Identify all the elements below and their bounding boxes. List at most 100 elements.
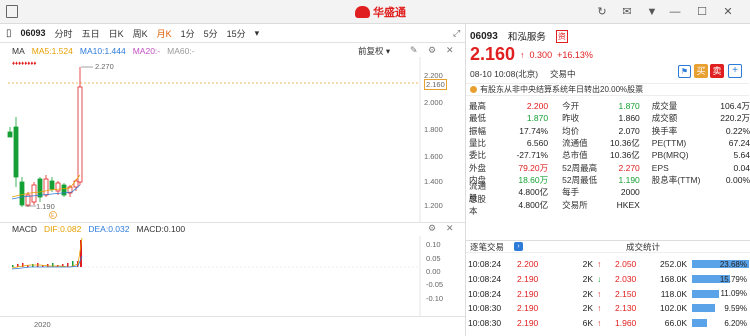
tab-period-1[interactable]: 五日 [82, 27, 100, 40]
quote-label: 52周最高 [562, 162, 598, 173]
trade-row: 10:08:24 2.190 2K ↓ 2.030 168.0K 15.79% [465, 272, 750, 287]
toggle-icon[interactable]: ▯ [6, 28, 12, 39]
maximize-chart-icon[interactable]: ⤢ [453, 28, 460, 39]
tab-period-3[interactable]: 周K [133, 27, 148, 40]
candle-body [61, 184, 67, 196]
notice-bar[interactable]: 有股东从非中央结算系统年日转出20.00%股票 [466, 83, 749, 96]
settings-icon[interactable]: ⚙ [428, 45, 436, 56]
quote-label: 成交额 [651, 113, 678, 124]
arrow-up-icon: ↑ [597, 303, 602, 314]
candle-body [13, 126, 19, 178]
close-icon[interactable]: ✕ [721, 5, 735, 19]
tab-period-6[interactable]: 5分 [204, 27, 218, 40]
quote-grid: 最高 2.200 今开 1.870 成交量 106.4万 最低 1.870 昨收 1.860 成交额… [465, 100, 750, 215]
candle-body [55, 182, 61, 192]
adjust-select[interactable]: 前复权 ▾ [358, 45, 390, 57]
trades-list: 10:08:24 2.200 2K ↑ 2.050 252.0K 23.68% 10:08:2… [465, 257, 750, 330]
buy-button[interactable]: 买 [694, 64, 708, 78]
quote-value: 0.22% [725, 125, 750, 136]
quote-label: 委比 [469, 150, 487, 161]
tab-period-2[interactable]: 日K [109, 27, 124, 40]
price-tick: 2.160 [424, 79, 447, 90]
quote-label: 交易所 [562, 199, 588, 210]
trade-time: 10:08:30 [468, 303, 502, 314]
kline-chart[interactable]: ♦♦♦♦♦♦♦♦ E [0, 57, 465, 222]
ma60-value: MA60:- [167, 45, 195, 56]
quote-row: 量比 6.560 流通值 10.36亿 PE(TTM) 67.24 [465, 137, 750, 149]
macd-chart[interactable] [0, 236, 465, 316]
ma10-value: MA10:1.444 [79, 45, 126, 56]
more-periods-icon[interactable]: ▾ [255, 28, 260, 39]
macd-value: MACD:0.100 [136, 224, 186, 234]
macd-dea: DEA:0.032 [88, 224, 130, 234]
tab-period-7[interactable]: 15分 [227, 27, 246, 40]
quote-value: 0.00% [725, 174, 750, 185]
quote-value: 10.36亿 [610, 138, 640, 149]
quote-row: 委比 -27.71% 总市值 10.36亿 PB(MRQ) 5.64 [465, 149, 750, 161]
quote-value: 0.04 [733, 162, 750, 173]
trade-row: 10:08:30 2.190 6K ↑ 1.960 66.0K 6.20% [465, 316, 750, 331]
trade-pct: 11.09% [720, 289, 747, 299]
quote-value: 1.870 [526, 113, 549, 124]
quote-row: 最高 2.200 今开 1.870 成交量 106.4万 [465, 100, 750, 112]
notice-dot-icon [470, 86, 477, 93]
stock-price: 2.160 [470, 44, 516, 64]
stock-header: 06093 和泓服务 资 [470, 29, 568, 43]
candle-body [31, 184, 37, 203]
trade-price: 2.190 [517, 318, 539, 329]
maximize-icon[interactable]: ☐ [695, 5, 709, 19]
quote-value: 1.190 [618, 174, 640, 185]
quote-label: PE(TTM) [651, 138, 687, 149]
ma-label[interactable]: MA [12, 46, 25, 56]
quote-label: 52周最低 [562, 174, 598, 185]
quote-label: 每手 [562, 187, 580, 198]
macd-tick: 0.00 [426, 267, 441, 276]
macd-settings-icon[interactable]: ⚙ [428, 223, 436, 234]
close-ma-icon[interactable]: ✕ [446, 45, 454, 56]
quote-value: 1.870 [618, 101, 640, 112]
logo-mark-icon [355, 6, 370, 18]
tab-period-0[interactable]: 分时 [55, 27, 73, 40]
add-watchlist-icon[interactable]: + [728, 64, 742, 78]
trade-sprice: 1.960 [615, 318, 637, 329]
tab-period-4[interactable]: 月K [157, 27, 172, 40]
trade-svol: 252.0K [660, 259, 687, 270]
high-annotation: 2.270 [95, 62, 114, 71]
macd-tick: -0.10 [426, 294, 444, 303]
trade-price: 2.190 [517, 288, 539, 299]
macd-label[interactable]: MACD [12, 224, 37, 234]
sell-button[interactable]: 卖 [710, 64, 724, 78]
quote-label: 总股本 [469, 193, 487, 216]
adjust-label: 前复权 [358, 46, 384, 56]
stock-name: 和泓服务 [507, 32, 546, 43]
shirt-icon[interactable]: ▼ [645, 5, 659, 19]
trading-status: 交易中 [550, 69, 576, 79]
candle-body [37, 178, 43, 198]
quote-label: 均价 [562, 125, 580, 136]
layout-icon[interactable] [6, 5, 18, 18]
tab-period-5[interactable]: 1分 [181, 27, 195, 40]
ma-legend: MA MA5:1.524 MA10:1.444 MA20:- MA60:- [0, 44, 465, 57]
mail-icon[interactable]: ✉ [620, 5, 634, 19]
alert-icon[interactable]: ⚑ [678, 65, 691, 78]
refresh-icon[interactable]: ↻ [595, 5, 609, 19]
minimize-icon[interactable]: — [668, 5, 682, 19]
trades-tab-left[interactable]: 逐笔交易 [470, 241, 504, 253]
draw-icon[interactable]: ✎ [410, 45, 418, 56]
ma20-value: MA20:- [132, 45, 161, 56]
trades-expand-icon[interactable]: › [514, 242, 523, 251]
quote-label: PB(MRQ) [651, 150, 689, 161]
macd-bar [12, 265, 14, 267]
candle-body [7, 131, 13, 138]
quote-value: 106.4万 [720, 101, 750, 112]
arrow-up-icon: ↑ [597, 318, 602, 329]
trades-tab-right[interactable]: 成交统计 [626, 241, 660, 253]
trade-time: 10:08:24 [468, 259, 502, 270]
quote-value: 4.800亿 [518, 187, 549, 198]
macd-close-icon[interactable]: ✕ [446, 223, 454, 234]
candle-body [77, 86, 83, 183]
quote-value: 2000 [620, 187, 640, 198]
quote-label: 换手率 [651, 125, 678, 136]
quote-value: 2.070 [618, 125, 640, 136]
quote-value: 220.2万 [720, 113, 750, 124]
